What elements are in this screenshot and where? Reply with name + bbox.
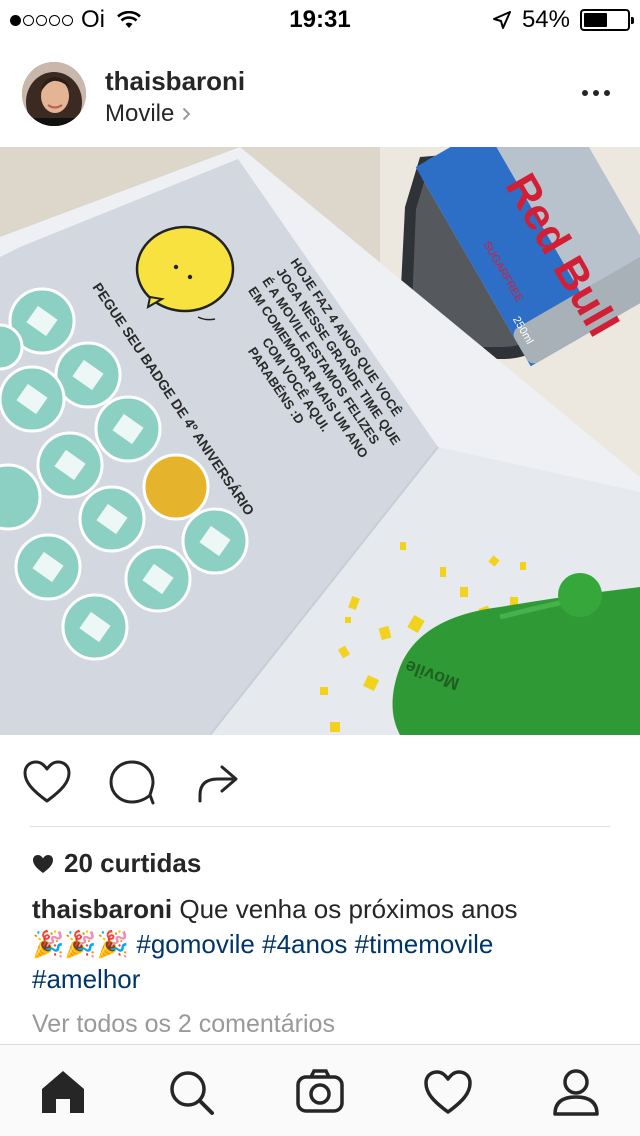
hashtag[interactable]: #amelhor (32, 964, 140, 994)
heart-icon[interactable] (22, 759, 72, 805)
status-bar: Oi 19:31 54% (0, 0, 640, 40)
caption-emoji: 🎉🎉🎉 (32, 929, 130, 959)
likes-label: 20 curtidas (64, 848, 202, 878)
search-icon[interactable] (166, 1067, 216, 1117)
divider (30, 826, 610, 827)
post-photo[interactable]: HOJE FAZ 4 ANOS QUE VOCÊ JOGA NESSE GRAN… (0, 147, 640, 735)
location-arrow-icon (492, 11, 511, 29)
heart-small-icon (33, 854, 53, 873)
status-right: 54% (492, 6, 634, 33)
caption-username[interactable]: thaisbaroni (32, 894, 172, 924)
hashtag[interactable]: #gomovile (136, 929, 255, 959)
photo-scene: HOJE FAZ 4 ANOS QUE VOCÊ JOGA NESSE GRAN… (0, 147, 640, 735)
activity-icon[interactable] (423, 1067, 473, 1117)
avatar[interactable] (22, 62, 86, 126)
tab-bar (0, 1044, 640, 1136)
post-caption: thaisbaroni Que venha os próximos anos 🎉… (32, 892, 612, 997)
hashtag[interactable]: #4anos (262, 929, 347, 959)
profile-icon[interactable] (551, 1067, 601, 1117)
hashtag[interactable]: #timemovile (355, 929, 494, 959)
likes-count[interactable]: 20 curtidas (32, 848, 201, 879)
post-location[interactable]: Movile (105, 100, 191, 128)
camera-icon[interactable] (295, 1067, 345, 1117)
more-options-button[interactable] (582, 90, 610, 96)
caption-text: Que venha os próximos anos (172, 894, 518, 924)
home-icon[interactable] (38, 1067, 88, 1117)
post-username[interactable]: thaisbaroni (105, 66, 245, 97)
chevron-right-icon (183, 107, 191, 121)
post-actions (0, 735, 640, 827)
location-label: Movile (105, 100, 175, 127)
battery-icon (580, 9, 634, 31)
share-icon[interactable] (194, 759, 244, 805)
battery-percent: 54% (521, 6, 570, 33)
comment-icon[interactable] (108, 759, 158, 805)
post-header: thaisbaroni Movile (0, 46, 640, 146)
view-comments-link[interactable]: Ver todos os 2 comentários (32, 1010, 335, 1039)
